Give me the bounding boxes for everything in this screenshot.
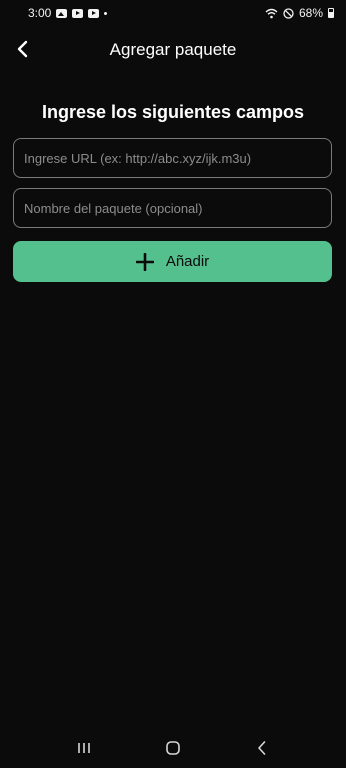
app-bar: Agregar paquete [0, 28, 346, 72]
youtube-icon [88, 8, 100, 18]
plus-icon [135, 252, 154, 271]
status-time: 3:00 [28, 6, 52, 20]
gallery-icon [56, 8, 68, 18]
do-not-disturb-icon [283, 7, 294, 19]
form-heading: Ingrese los siguientes campos [41, 102, 305, 122]
dot-icon [104, 11, 108, 15]
battery-percent: 68% [298, 6, 323, 20]
package-name-input[interactable] [13, 188, 332, 228]
back-icon [257, 741, 265, 755]
home-button[interactable] [158, 733, 188, 763]
battery-icon [328, 8, 334, 18]
page-title: Agregar paquete [109, 40, 237, 59]
url-input[interactable] [13, 138, 332, 178]
add-button[interactable]: Añadir [13, 241, 332, 282]
status-right: 68% [265, 6, 334, 20]
youtube-icon [72, 8, 84, 18]
system-nav-bar [0, 728, 346, 768]
status-bar: 3:00 68% [0, 0, 346, 26]
recents-button[interactable] [69, 733, 99, 763]
wifi-icon [265, 8, 278, 18]
home-icon [166, 741, 180, 755]
status-left: 3:00 [28, 6, 108, 20]
system-back-button[interactable] [247, 733, 277, 763]
recents-icon [78, 743, 91, 753]
add-button-label: Añadir [165, 253, 210, 270]
